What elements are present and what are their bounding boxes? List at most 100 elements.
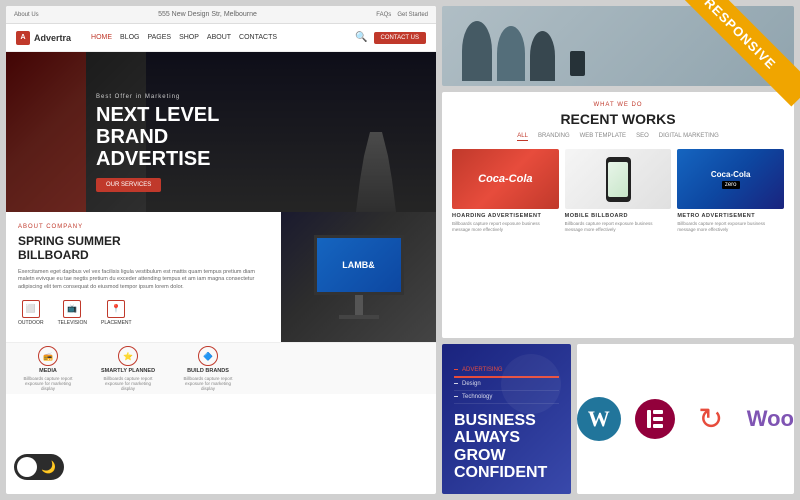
woo-logo: Woo [747,406,794,432]
work-img-mobile [565,149,672,209]
nav-link-shop[interactable]: SHOP [179,34,199,41]
about-text: Exercitamen eget dapibus vel vex facilis… [18,269,269,292]
about-tag: ABOUT COMPANY [18,224,269,230]
feature-brands: 🔷 BUILD BRANDS Billboards capture report… [178,346,238,391]
hero-title-line3: ADVERTISE [96,148,219,170]
billboard-stand [355,295,363,315]
placement-label: PLACEMENT [101,320,132,326]
phone-prop [570,51,585,76]
placement-icon: 📍 [107,300,125,318]
plugin-logos: W [577,344,794,494]
television-label: TELEVISION [58,320,87,326]
business-section: ADVERTISING Design Technology BUSINESSAL… [442,344,571,494]
el-bar-3 [653,417,663,421]
nav-link-pages[interactable]: PAGES [147,34,171,41]
tab-web-template[interactable]: WEB TEMPLATE [580,133,626,141]
logo-text: Advertra [34,33,71,43]
el-bar-4 [653,424,663,428]
el-bars-group [653,410,663,428]
feature-media-desc: Billboards capture report exposure for m… [18,376,78,391]
tab-all[interactable]: ALL [517,133,528,141]
tab-branding[interactable]: BRANDING [538,133,570,141]
works-tabs: ALL BRANDING WEB TEMPLATE SEO DIGITAL MA… [452,133,784,141]
navigation: A Advertra HOME BLOG PAGES SHOP ABOUT CO… [6,24,436,52]
logo-letter: A [20,34,25,41]
elementor-logo [635,399,675,439]
hero-overlay [6,52,436,212]
sync-logo: ↻ [689,397,733,441]
toggle-thumb [17,457,37,477]
icon-television: 📺 TELEVISION [58,300,87,326]
contact-us-button[interactable]: CONTACT US [374,32,426,44]
logo: A Advertra [16,31,71,45]
hero-subtitle: Best Offer in Marketing [96,94,219,100]
nav-link-about[interactable]: ABOUT [207,34,231,41]
elementor-shape [647,410,663,428]
person-3 [530,31,555,81]
hero-section: Best Offer in Marketing NEXT LEVEL BRAND… [6,52,436,212]
service-advertising-label: ADVERTISING [462,367,503,373]
coca-zero-logo: Coca-Cola [711,170,751,179]
logo-icon: A [16,31,30,45]
billboard-screen: LAMB& [314,235,404,295]
work-item-2: MOBILE BILLBOARD Billboards capture repo… [565,149,672,234]
wp-letter: W [588,406,610,432]
service-design-label: Design [462,381,481,387]
work-desc-1: Billboards capture report exposure busin… [452,221,559,234]
billboard-image: LAMB& [281,212,436,342]
icon-placement: 📍 PLACEMENT [101,300,132,326]
television-icon: 📺 [63,300,81,318]
zero-badge: zero [722,181,740,189]
outdoor-icon: ⬜ [22,300,40,318]
brands-icon: 🔷 [198,346,218,366]
work-desc-2: Billboards capture report exposure busin… [565,221,672,234]
nav-link-home[interactable]: HOME [91,34,112,41]
hero-title-line2: BRAND [96,126,219,148]
works-grid: Coca‑Cola HOARDING ADVERTISEMENT Billboa… [452,149,784,234]
toggle-pill[interactable]: 🌙 [14,454,64,480]
sync-icon: ↻ [698,402,723,437]
about-section: ABOUT COMPANY SPRING SUMMERBILLBOARD Exe… [6,212,436,342]
work-img-coca: Coca‑Cola [452,149,559,209]
work-desc-3: Billboards capture report exposure busin… [677,221,784,234]
left-panel: About Us 555 New Design Str, Melbourne F… [6,6,436,494]
dot-icon-2 [454,383,458,384]
dark-mode-toggle[interactable]: 🌙 [14,454,64,480]
bg-circle [501,354,561,414]
bottom-right: ADVERTISING Design Technology BUSINESSAL… [442,344,794,494]
tab-seo[interactable]: SEO [636,133,649,141]
about-title: SPRING SUMMERBILLBOARD [18,234,269,263]
feature-media: 📻 MEDIA Billboards capture report exposu… [18,346,78,391]
hero-title-line1: NEXT LEVEL [96,104,219,126]
media-icon: 📻 [38,346,58,366]
hero-content: Best Offer in Marketing NEXT LEVEL BRAND… [96,94,219,192]
dot-icon [454,369,458,370]
people-silhouette [442,21,605,86]
work-item-3: Coca-Cola zero METRO ADVERTISEMENT Billb… [677,149,784,234]
nav-link-contacts[interactable]: CONTACTS [239,34,277,41]
responsive-badge-text: RESPONSIVE [670,0,800,106]
feature-brands-desc: Billboards capture report exposure for m… [178,376,238,391]
billboard-base [339,315,379,319]
moon-icon: 🌙 [41,460,56,474]
business-title: BUSINESSALWAYS GROWCONFIDENT [454,412,559,482]
nav-started: Get Started [397,12,428,18]
search-icon[interactable]: 🔍 [355,32,367,43]
tab-digital[interactable]: DIGITAL MARKETING [659,133,719,141]
el-bar-1 [647,410,651,428]
logos-row: W [577,397,794,441]
nav-faqs: FAQs [376,12,391,18]
feature-planned: ⭐ SMARTLY PLANNED Billboards capture rep… [98,346,158,391]
outdoor-label: OUTDOOR [18,320,44,326]
feature-brands-title: BUILD BRANDS [187,368,229,374]
top-bar: About Us 555 New Design Str, Melbourne F… [6,6,436,24]
phone-mockup [606,157,631,202]
person-1 [462,21,492,81]
hero-title: NEXT LEVEL BRAND ADVERTISE [96,104,219,170]
phone-screen [608,162,628,197]
hero-cta-button[interactable]: OUR SERVICES [96,178,161,192]
nav-link-blog[interactable]: BLOG [120,34,139,41]
service-technology-label: Technology [462,394,492,400]
work-img-metro: Coca-Cola zero [677,149,784,209]
coca-cola-logo: Coca‑Cola [478,173,532,185]
